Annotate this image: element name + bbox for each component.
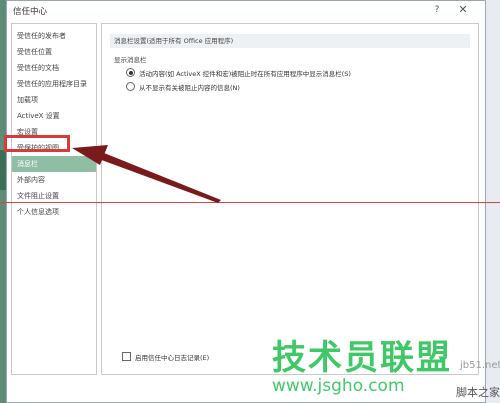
annotation-highlight-box: [4, 135, 70, 152]
radio-unchecked-icon[interactable]: [126, 82, 135, 91]
watermark-url: www.jsgho.com: [272, 376, 405, 396]
sidebar-item-add-ins[interactable]: 加载项: [12, 92, 96, 108]
watermark-logo: 技术员联盟: [272, 338, 452, 378]
sidebar-item-activex-settings[interactable]: ActiveX 设置: [12, 108, 96, 124]
group-label: 显示消息栏: [114, 56, 147, 64]
close-icon[interactable]: ✕: [457, 4, 469, 16]
settings-panel: 消息栏设置(适用于所有 Office 应用程序) 显示消息栏 活动内容(如 Ac…: [101, 23, 479, 375]
radio-show-message-bar[interactable]: 活动内容(如 ActiveX 控件和宏)被阻止时在所有应用程序中显示消息栏(S): [126, 68, 351, 78]
title-bar: 信任中心 ? ✕: [7, 1, 485, 21]
section-header: 消息栏设置(适用于所有 Office 应用程序): [110, 34, 470, 48]
radio-checked-icon[interactable]: [126, 68, 135, 77]
radio-never-show[interactable]: 从不显示有关被阻止内容的信息(N): [126, 82, 240, 92]
sidebar-item-external-content[interactable]: 外部内容: [12, 172, 96, 188]
sidebar-item-trusted-documents[interactable]: 受信任的文档: [12, 60, 96, 76]
watermark-corner-url: jb51.net: [460, 360, 500, 371]
dialog-title: 信任中心: [13, 7, 48, 17]
help-icon[interactable]: ?: [431, 4, 443, 16]
sidebar-item-trusted-publishers[interactable]: 受信任的发布者: [12, 28, 96, 44]
annotation-guide-line: [0, 202, 500, 203]
enable-logging-checkbox[interactable]: 启用信任中心日志记录(E): [122, 352, 209, 362]
sidebar-item-trusted-locations[interactable]: 受信任位置: [12, 44, 96, 60]
enable-logging-label: 启用信任中心日志记录(E): [135, 354, 210, 362]
radio-show-message-bar-label: 活动内容(如 ActiveX 控件和宏)被阻止时在所有应用程序中显示消息栏(S): [139, 70, 351, 78]
category-sidebar: 受信任的发布者 受信任位置 受信任的文档 受信任的应用程序目录 加载项 Acti…: [11, 23, 97, 375]
sidebar-item-message-bar[interactable]: 消息栏: [12, 156, 96, 172]
sidebar-item-trusted-app-catalogs[interactable]: 受信任的应用程序目录: [12, 76, 96, 92]
watermark-corner-text: 脚本之家: [456, 386, 500, 399]
checkbox-icon[interactable]: [122, 352, 131, 361]
radio-never-show-label: 从不显示有关被阻止内容的信息(N): [139, 84, 240, 92]
sidebar-item-privacy-options[interactable]: 个人信息选项: [12, 204, 96, 220]
